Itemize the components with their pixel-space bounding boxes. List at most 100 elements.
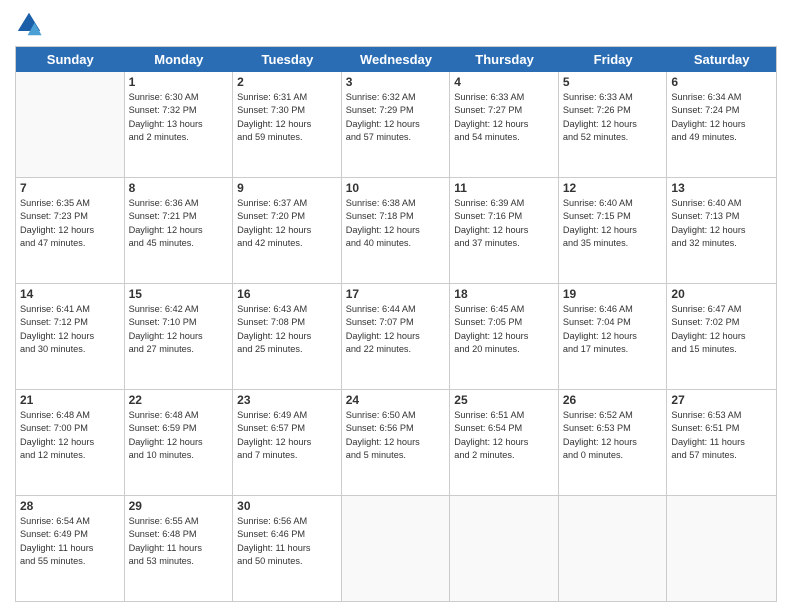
- cell-info-line: and 45 minutes.: [129, 237, 229, 250]
- cell-info-line: Sunrise: 6:42 AM: [129, 303, 229, 316]
- cell-info-line: Sunrise: 6:40 AM: [671, 197, 772, 210]
- calendar-cell: [16, 72, 125, 177]
- cell-info-line: Sunrise: 6:43 AM: [237, 303, 337, 316]
- day-number: 22: [129, 393, 229, 407]
- cell-info-line: and 54 minutes.: [454, 131, 554, 144]
- calendar-header: SundayMondayTuesdayWednesdayThursdayFrid…: [16, 47, 776, 72]
- day-number: 26: [563, 393, 663, 407]
- cell-info-line: Sunset: 7:10 PM: [129, 316, 229, 329]
- day-number: 17: [346, 287, 446, 301]
- cell-info-line: Sunset: 6:59 PM: [129, 422, 229, 435]
- cell-info-line: and 47 minutes.: [20, 237, 120, 250]
- cell-info-line: and 49 minutes.: [671, 131, 772, 144]
- calendar-cell: 1Sunrise: 6:30 AMSunset: 7:32 PMDaylight…: [125, 72, 234, 177]
- weekday-header: Thursday: [450, 47, 559, 72]
- calendar-cell: [559, 496, 668, 601]
- cell-info-line: Sunrise: 6:46 AM: [563, 303, 663, 316]
- calendar-cell: 23Sunrise: 6:49 AMSunset: 6:57 PMDayligh…: [233, 390, 342, 495]
- day-number: 21: [20, 393, 120, 407]
- cell-info-line: and 42 minutes.: [237, 237, 337, 250]
- calendar-cell: 4Sunrise: 6:33 AMSunset: 7:27 PMDaylight…: [450, 72, 559, 177]
- cell-info-line: and 57 minutes.: [346, 131, 446, 144]
- day-number: 16: [237, 287, 337, 301]
- cell-info-line: Sunset: 7:27 PM: [454, 104, 554, 117]
- cell-info-line: Daylight: 12 hours: [563, 118, 663, 131]
- calendar-cell: 20Sunrise: 6:47 AMSunset: 7:02 PMDayligh…: [667, 284, 776, 389]
- calendar-cell: 2Sunrise: 6:31 AMSunset: 7:30 PMDaylight…: [233, 72, 342, 177]
- day-number: 7: [20, 181, 120, 195]
- cell-info-line: Sunrise: 6:45 AM: [454, 303, 554, 316]
- cell-info-line: and 53 minutes.: [129, 555, 229, 568]
- calendar-cell: 17Sunrise: 6:44 AMSunset: 7:07 PMDayligh…: [342, 284, 451, 389]
- cell-info-line: Sunrise: 6:50 AM: [346, 409, 446, 422]
- calendar-cell: 6Sunrise: 6:34 AMSunset: 7:24 PMDaylight…: [667, 72, 776, 177]
- cell-info-line: Sunrise: 6:56 AM: [237, 515, 337, 528]
- cell-info-line: Daylight: 12 hours: [20, 436, 120, 449]
- cell-info-line: Daylight: 11 hours: [671, 436, 772, 449]
- calendar-cell: 25Sunrise: 6:51 AMSunset: 6:54 PMDayligh…: [450, 390, 559, 495]
- calendar-cell: [342, 496, 451, 601]
- cell-info-line: Sunrise: 6:51 AM: [454, 409, 554, 422]
- cell-info-line: Sunrise: 6:52 AM: [563, 409, 663, 422]
- cell-info-line: and 15 minutes.: [671, 343, 772, 356]
- calendar: SundayMondayTuesdayWednesdayThursdayFrid…: [15, 46, 777, 602]
- cell-info-line: Sunset: 7:00 PM: [20, 422, 120, 435]
- cell-info-line: Daylight: 12 hours: [346, 118, 446, 131]
- cell-info-line: Daylight: 11 hours: [129, 542, 229, 555]
- day-number: 18: [454, 287, 554, 301]
- day-number: 23: [237, 393, 337, 407]
- cell-info-line: and 37 minutes.: [454, 237, 554, 250]
- cell-info-line: and 5 minutes.: [346, 449, 446, 462]
- calendar-cell: 14Sunrise: 6:41 AMSunset: 7:12 PMDayligh…: [16, 284, 125, 389]
- cell-info-line: Daylight: 12 hours: [454, 436, 554, 449]
- cell-info-line: Sunset: 6:56 PM: [346, 422, 446, 435]
- cell-info-line: Daylight: 12 hours: [237, 118, 337, 131]
- day-number: 8: [129, 181, 229, 195]
- cell-info-line: Daylight: 12 hours: [237, 330, 337, 343]
- cell-info-line: Sunrise: 6:32 AM: [346, 91, 446, 104]
- calendar-cell: 12Sunrise: 6:40 AMSunset: 7:15 PMDayligh…: [559, 178, 668, 283]
- cell-info-line: Sunset: 7:32 PM: [129, 104, 229, 117]
- weekday-header: Wednesday: [342, 47, 451, 72]
- cell-info-line: Sunset: 7:20 PM: [237, 210, 337, 223]
- calendar-cell: 21Sunrise: 6:48 AMSunset: 7:00 PMDayligh…: [16, 390, 125, 495]
- cell-info-line: and 25 minutes.: [237, 343, 337, 356]
- calendar-row: 1Sunrise: 6:30 AMSunset: 7:32 PMDaylight…: [16, 72, 776, 178]
- cell-info-line: Daylight: 12 hours: [20, 330, 120, 343]
- cell-info-line: Sunrise: 6:40 AM: [563, 197, 663, 210]
- cell-info-line: Sunset: 7:24 PM: [671, 104, 772, 117]
- calendar-cell: [450, 496, 559, 601]
- calendar-cell: 24Sunrise: 6:50 AMSunset: 6:56 PMDayligh…: [342, 390, 451, 495]
- day-number: 14: [20, 287, 120, 301]
- cell-info-line: Sunset: 7:29 PM: [346, 104, 446, 117]
- day-number: 6: [671, 75, 772, 89]
- cell-info-line: and 7 minutes.: [237, 449, 337, 462]
- cell-info-line: Sunset: 7:13 PM: [671, 210, 772, 223]
- cell-info-line: Sunrise: 6:35 AM: [20, 197, 120, 210]
- calendar-cell: 9Sunrise: 6:37 AMSunset: 7:20 PMDaylight…: [233, 178, 342, 283]
- cell-info-line: Sunset: 6:48 PM: [129, 528, 229, 541]
- cell-info-line: Sunset: 7:30 PM: [237, 104, 337, 117]
- cell-info-line: Sunrise: 6:44 AM: [346, 303, 446, 316]
- cell-info-line: and 0 minutes.: [563, 449, 663, 462]
- cell-info-line: Sunset: 7:02 PM: [671, 316, 772, 329]
- cell-info-line: Sunset: 7:07 PM: [346, 316, 446, 329]
- cell-info-line: Sunset: 7:23 PM: [20, 210, 120, 223]
- calendar-cell: 5Sunrise: 6:33 AMSunset: 7:26 PMDaylight…: [559, 72, 668, 177]
- day-number: 5: [563, 75, 663, 89]
- cell-info-line: Sunrise: 6:37 AM: [237, 197, 337, 210]
- cell-info-line: Daylight: 12 hours: [129, 436, 229, 449]
- weekday-header: Monday: [125, 47, 234, 72]
- cell-info-line: Sunset: 6:57 PM: [237, 422, 337, 435]
- day-number: 15: [129, 287, 229, 301]
- cell-info-line: Sunset: 6:46 PM: [237, 528, 337, 541]
- calendar-cell: 26Sunrise: 6:52 AMSunset: 6:53 PMDayligh…: [559, 390, 668, 495]
- weekday-header: Saturday: [667, 47, 776, 72]
- logo-icon: [15, 10, 43, 38]
- weekday-header: Sunday: [16, 47, 125, 72]
- cell-info-line: and 40 minutes.: [346, 237, 446, 250]
- cell-info-line: Sunset: 7:08 PM: [237, 316, 337, 329]
- cell-info-line: Sunset: 6:54 PM: [454, 422, 554, 435]
- day-number: 27: [671, 393, 772, 407]
- cell-info-line: and 59 minutes.: [237, 131, 337, 144]
